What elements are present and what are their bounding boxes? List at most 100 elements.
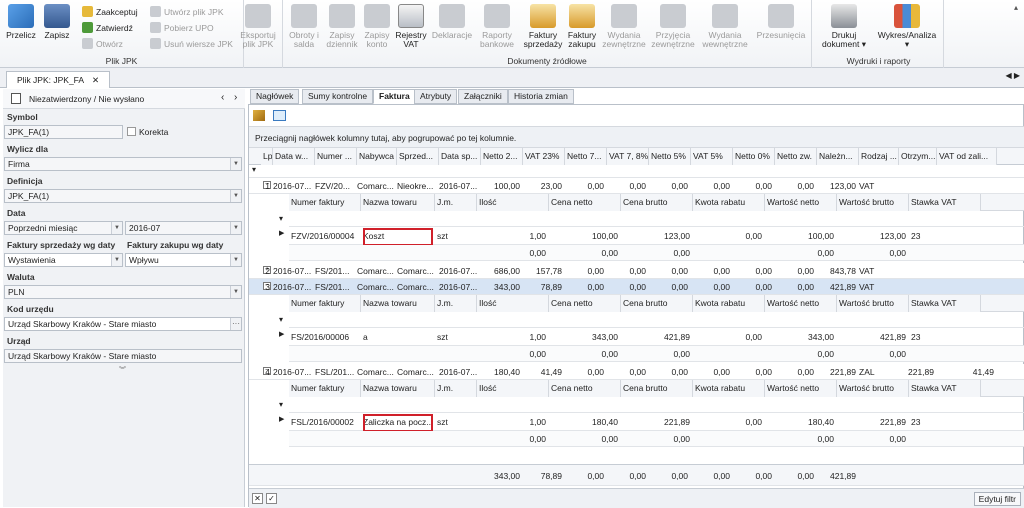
table-row[interactable]: +2 2016-07... FS/201... Comarc... Comarc... 2… bbox=[249, 263, 1024, 279]
column-header[interactable]: VAT 5% bbox=[691, 148, 733, 165]
wydania-wewnetrzne-button[interactable]: Wydania wewnętrzne bbox=[701, 2, 749, 49]
column-header[interactable]: VAT 7, 8% bbox=[607, 148, 649, 165]
column-header[interactable]: Należn... bbox=[817, 148, 859, 165]
zapisy-dziennik-button[interactable]: Zapisy dziennik bbox=[323, 2, 361, 49]
sub-table-row[interactable]: ▶ FS/2016/00006 a szt 1,00 343,00 421,89 0,00 34… bbox=[279, 328, 1024, 346]
sub-column-header[interactable]: J.m. bbox=[435, 380, 477, 397]
sub-column-header[interactable]: Kwota rabatu bbox=[693, 380, 765, 397]
fs-wg-daty-select[interactable]: Wystawienia ▼ bbox=[4, 253, 123, 267]
deklaracje-button[interactable]: Deklaracje bbox=[431, 2, 473, 40]
sub-column-header[interactable]: J.m. bbox=[435, 194, 477, 211]
sub-column-header[interactable]: Numer faktury bbox=[289, 194, 361, 211]
symbol-field[interactable]: JPK_FA(1) bbox=[4, 125, 123, 139]
tab-sumy-kontrolne[interactable]: Sumy kontrolne bbox=[302, 89, 374, 104]
clear-filter-icon[interactable]: ✕ bbox=[252, 493, 263, 504]
chevron-right-icon[interactable]: › bbox=[234, 92, 237, 103]
sub-column-header[interactable]: Numer faktury bbox=[289, 380, 361, 397]
sub-filter-row[interactable]: ▾ bbox=[279, 312, 1024, 328]
tab-atrybuty[interactable]: Atrybuty bbox=[414, 89, 458, 104]
sub-column-header[interactable]: Ilość bbox=[477, 295, 549, 312]
sub-column-header[interactable]: Cena brutto bbox=[621, 380, 693, 397]
column-header[interactable]: Netto 7... bbox=[565, 148, 607, 165]
sub-column-header[interactable]: Wartość netto bbox=[765, 380, 837, 397]
sub-column-header[interactable]: Stawka VAT bbox=[909, 380, 981, 397]
chevron-left-icon[interactable]: ‹ bbox=[221, 92, 224, 103]
data-miesiac-select[interactable]: 2016-07 ▼ bbox=[125, 221, 242, 235]
column-header[interactable]: Nabywca bbox=[357, 148, 397, 165]
doc-tab-jpk-fa[interactable]: Plik JPK: JPK_FA ✕ bbox=[6, 71, 111, 88]
sub-column-header[interactable]: Cena brutto bbox=[621, 194, 693, 211]
sub-filter-row[interactable]: ▾ bbox=[279, 397, 1024, 413]
data-okres-select[interactable]: Poprzedni miesiąc ▼ bbox=[4, 221, 123, 235]
tab-zalaczniki[interactable]: Załączniki bbox=[458, 89, 508, 104]
ellipsis-icon[interactable]: ··· bbox=[230, 318, 241, 330]
column-header[interactable]: Data w... bbox=[273, 148, 315, 165]
tab-faktura[interactable]: Faktura bbox=[373, 89, 416, 104]
column-header[interactable]: Numer ... bbox=[315, 148, 357, 165]
kod-urzedu-field[interactable]: Urząd Skarbowy Kraków - Stare miasto ··· bbox=[4, 317, 242, 331]
column-header[interactable]: VAT od zali... bbox=[937, 148, 997, 165]
sub-column-header[interactable]: Cena netto bbox=[549, 295, 621, 312]
otworz-button[interactable]: Otwórz bbox=[82, 37, 123, 51]
sub-filter-row[interactable]: ▾ bbox=[279, 211, 1024, 227]
drukuj-dokument-button[interactable]: Drukuj dokument ▾ bbox=[816, 2, 872, 49]
sub-column-header[interactable]: Cena netto bbox=[549, 380, 621, 397]
przesuniecia-button[interactable]: Przesunięcia bbox=[755, 2, 807, 40]
rejestry-vat-button[interactable]: Rejestry VAT bbox=[393, 2, 429, 49]
edit-icon[interactable] bbox=[253, 110, 265, 121]
definicja-select[interactable]: JPK_FA(1) ▼ bbox=[4, 189, 242, 203]
sub-column-header[interactable]: Kwota rabatu bbox=[693, 295, 765, 312]
sub-column-header[interactable]: Stawka VAT bbox=[909, 295, 981, 312]
usun-wiersze-button[interactable]: Usuń wiersze JPK bbox=[150, 37, 233, 51]
expand-panel-icon[interactable]: ︾ bbox=[119, 365, 126, 375]
filter-checkbox[interactable]: ✓ bbox=[266, 493, 277, 504]
zatwierdz-button[interactable]: Zatwierdź bbox=[82, 21, 133, 35]
column-header[interactable]: Netto zw. bbox=[775, 148, 817, 165]
sub-column-header[interactable]: Nazwa towaru bbox=[361, 380, 435, 397]
sub-column-header[interactable]: Wartość netto bbox=[765, 295, 837, 312]
tab-historia-zmian[interactable]: Historia zmian bbox=[508, 89, 574, 104]
column-header[interactable]: Netto 5% bbox=[649, 148, 691, 165]
przelicz-button[interactable]: Przelicz bbox=[4, 2, 38, 40]
collapse-ribbon-icon[interactable]: ▴ bbox=[1014, 3, 1018, 12]
fz-wg-daty-select[interactable]: Wpływu ▼ bbox=[125, 253, 242, 267]
sub-column-header[interactable]: Numer faktury bbox=[289, 295, 361, 312]
waluta-select[interactable]: PLN ▼ bbox=[4, 285, 242, 299]
table-row[interactable]: −1 2016-07... FZV/20... Comarc... Nieokre...… bbox=[249, 178, 1024, 194]
sub-column-header[interactable]: J.m. bbox=[435, 295, 477, 312]
sub-column-header[interactable]: Wartość brutto bbox=[837, 380, 909, 397]
korekta-checkbox[interactable] bbox=[127, 127, 136, 136]
utworz-plik-button[interactable]: Utwórz plik JPK bbox=[150, 5, 224, 19]
edit-filter-button[interactable]: Edytuj filtr bbox=[973, 492, 1021, 506]
table-row[interactable]: −4 2016-07... FSL/201... Comarc... Comarc...… bbox=[249, 364, 1024, 380]
obroty-button[interactable]: Obroty i salda bbox=[285, 2, 323, 49]
sub-column-header[interactable]: Kwota rabatu bbox=[693, 194, 765, 211]
tab-scroll-arrows[interactable]: ◀ ▶ bbox=[1005, 71, 1020, 80]
sub-column-header[interactable]: Nazwa towaru bbox=[361, 295, 435, 312]
wykres-analiza-button[interactable]: Wykres/Analiza ▾ bbox=[874, 2, 940, 49]
sub-column-header[interactable]: Wartość brutto bbox=[837, 194, 909, 211]
eksportuj-button[interactable]: Eksportuj plik JPK bbox=[238, 2, 278, 49]
wylicz-select[interactable]: Firma ▼ bbox=[4, 157, 242, 171]
group-panel[interactable]: Przeciągnij nagłówek kolumny tutaj, aby … bbox=[249, 126, 1024, 148]
column-header[interactable]: Otrzym... bbox=[899, 148, 937, 165]
faktury-zakupu-button[interactable]: Faktury zakupu bbox=[565, 2, 599, 49]
sub-column-header[interactable]: Cena netto bbox=[549, 194, 621, 211]
column-header[interactable]: Data sp... bbox=[439, 148, 481, 165]
column-header[interactable]: Sprzed... bbox=[397, 148, 439, 165]
zapisy-konto-button[interactable]: Zapisy konto bbox=[361, 2, 393, 49]
tab-naglowek[interactable]: Nagłówek bbox=[250, 89, 300, 104]
sub-column-header[interactable]: Nazwa towaru bbox=[361, 194, 435, 211]
filter-row[interactable]: ▾ bbox=[249, 165, 1024, 178]
sub-column-header[interactable]: Ilość bbox=[477, 194, 549, 211]
wydania-zewnetrzne-button[interactable]: Wydania zewnętrzne bbox=[601, 2, 647, 49]
przyjecia-zewnetrzne-button[interactable]: Przyjęcia zewnętrzne bbox=[649, 2, 697, 49]
zapisz-button[interactable]: Zapisz bbox=[40, 2, 74, 40]
table-row[interactable]: −3 2016-07... FS/201... Comarc... Comarc... 2… bbox=[249, 279, 1024, 295]
pobierz-upo-button[interactable]: Pobierz UPO bbox=[150, 21, 214, 35]
zaakceptuj-button[interactable]: Zaakceptuj bbox=[82, 5, 138, 19]
column-header[interactable]: Netto 0% bbox=[733, 148, 775, 165]
sub-column-header[interactable]: Stawka VAT bbox=[909, 194, 981, 211]
sub-column-header[interactable]: Wartość netto bbox=[765, 194, 837, 211]
column-header[interactable]: VAT 23% bbox=[523, 148, 565, 165]
